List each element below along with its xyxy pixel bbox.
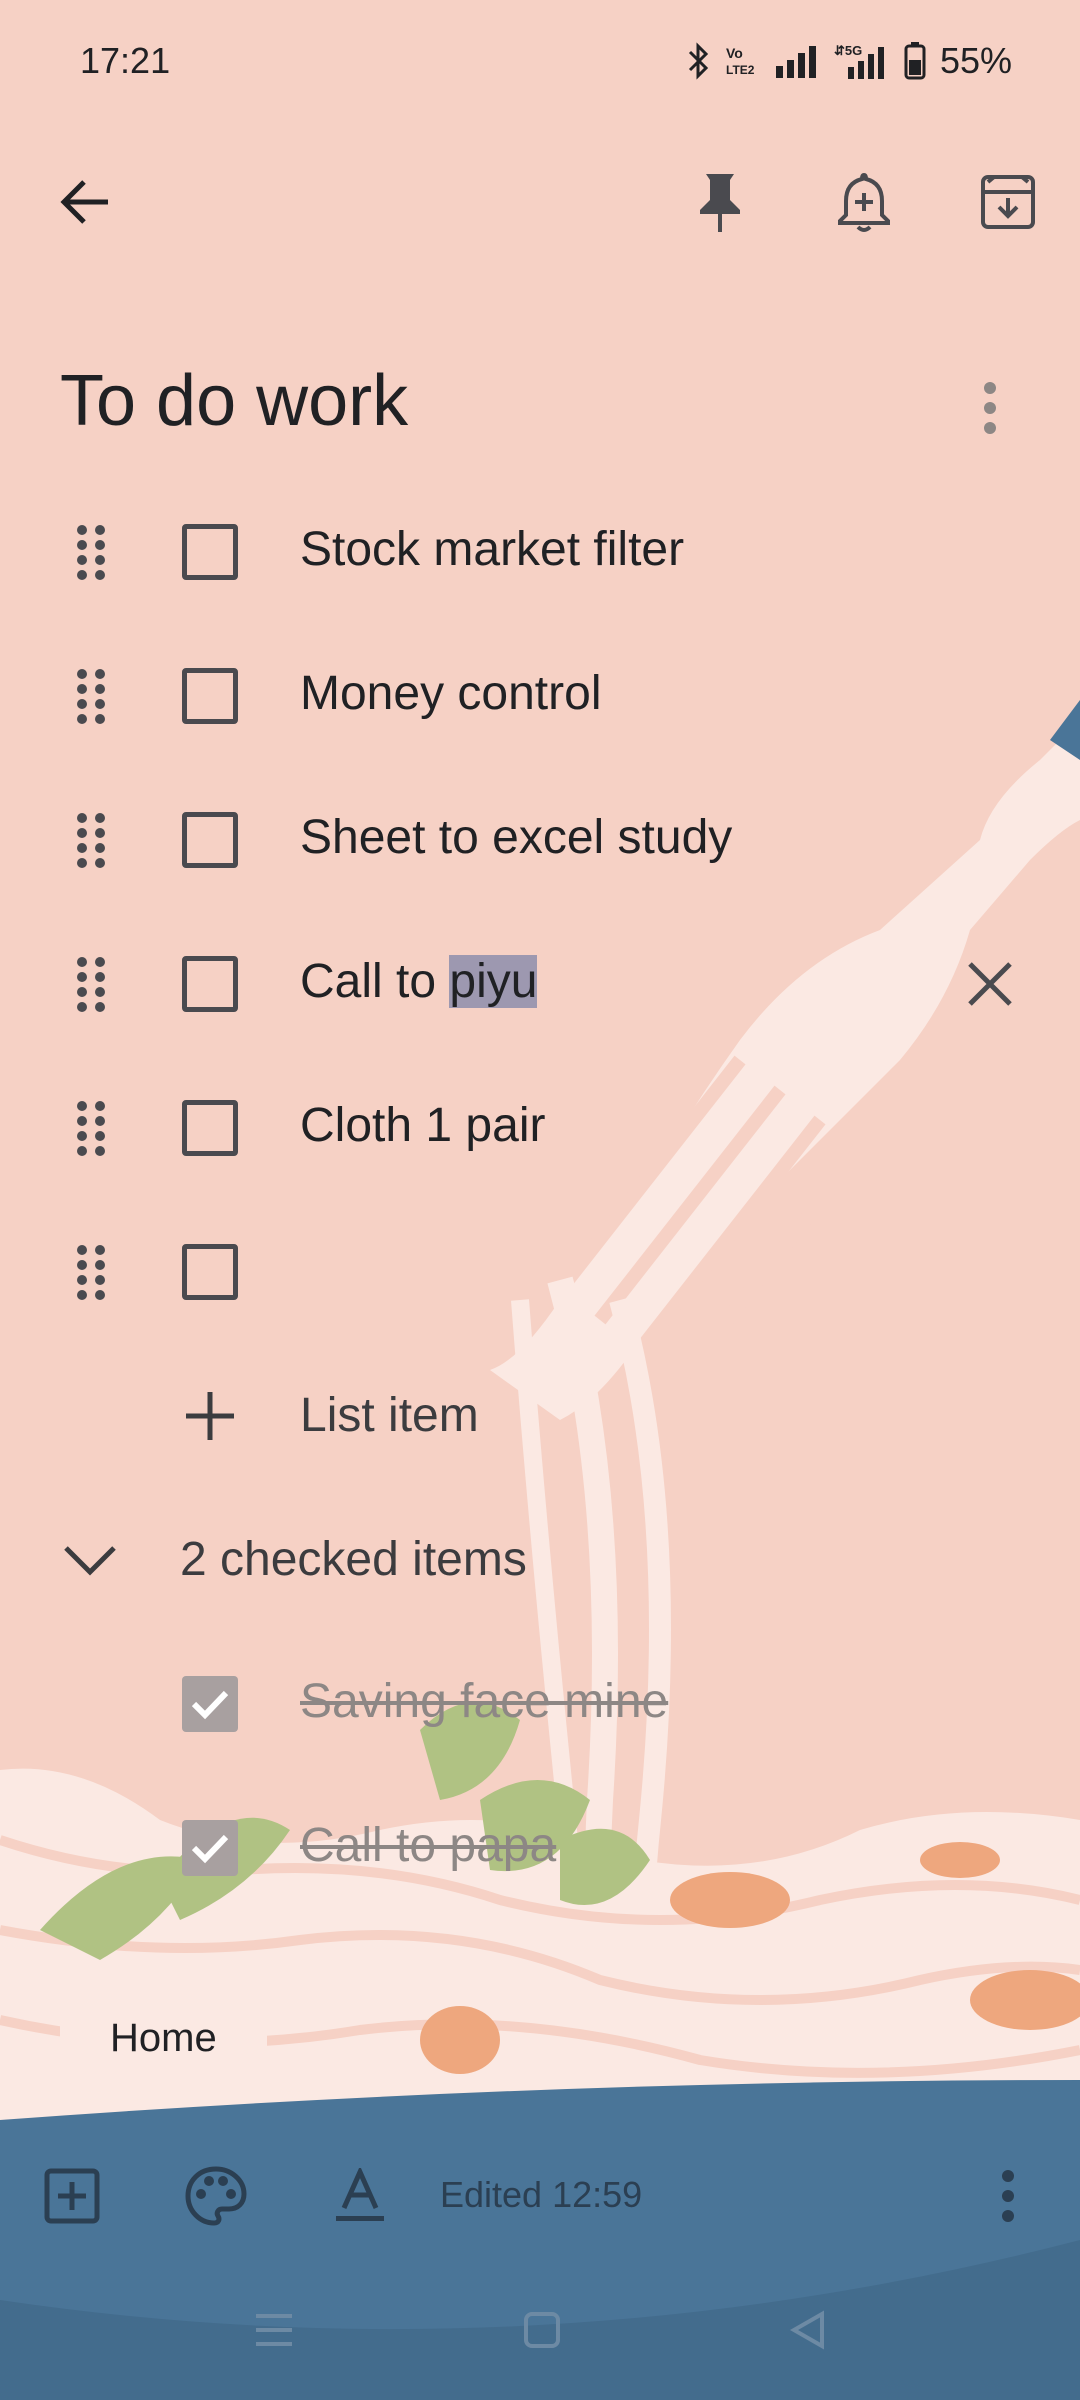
drag-handle-icon[interactable]: [66, 812, 116, 868]
status-icons: Vo LTE2 ⇵5G 55%: [686, 40, 1012, 82]
checked-items-label: 2 checked items: [180, 1533, 527, 1586]
recent-apps-button[interactable]: [244, 2300, 304, 2360]
system-navigation-bar: [0, 2290, 1080, 2370]
edited-timestamp: Edited 12:59: [440, 2174, 643, 2215]
item-checkbox[interactable]: [182, 524, 238, 580]
theme-button[interactable]: [174, 2154, 258, 2238]
list-item: Sheet to excel study: [0, 768, 1080, 912]
palette-icon: [185, 2166, 247, 2226]
add-list-item-button[interactable]: List item: [0, 1344, 1080, 1488]
item-text[interactable]: Money control: [300, 666, 601, 721]
drag-handle-icon[interactable]: [66, 524, 116, 580]
checked-items-toggle[interactable]: 2 checked items: [0, 1488, 1080, 1632]
add-item-label: List item: [300, 1389, 479, 1442]
item-text-unselected: Call to: [300, 955, 450, 1008]
text-format-icon: [336, 2168, 384, 2221]
checked-list-item: Call to papa: [0, 1776, 1080, 1920]
note-toolbar: [0, 150, 1080, 260]
list-item: Cloth 1 pair: [0, 1056, 1080, 1200]
svg-text:⇵5G: ⇵5G: [834, 43, 862, 58]
selected-text: piyu: [449, 955, 538, 1008]
item-text-input[interactable]: Call to piyu: [300, 954, 538, 1009]
back-button[interactable]: [36, 154, 132, 250]
archive-button[interactable]: [960, 154, 1056, 250]
back-nav-button[interactable]: [778, 2300, 838, 2360]
check-icon: [191, 1834, 229, 1864]
item-checkbox[interactable]: [182, 956, 238, 1012]
item-text[interactable]: Saving face mine: [300, 1674, 668, 1729]
reminder-button[interactable]: [816, 154, 912, 250]
plus-icon: [186, 1392, 234, 1440]
drag-handle-icon[interactable]: [66, 1100, 116, 1156]
pin-button[interactable]: [672, 154, 768, 250]
check-icon: [191, 1690, 229, 1720]
bottom-action-bar: Edited 12:59: [0, 2140, 1080, 2250]
more-vert-icon: [984, 382, 996, 434]
battery-icon: [904, 42, 926, 80]
archive-icon: [981, 175, 1035, 229]
add-alert-icon: [838, 172, 890, 232]
item-checkbox[interactable]: [182, 1100, 238, 1156]
item-text[interactable]: Cloth 1 pair: [300, 1098, 545, 1153]
status-bar: 17:21 Vo LTE2 ⇵5G 55%: [0, 0, 1080, 125]
list-item: Money control: [0, 624, 1080, 768]
note-title[interactable]: To do work: [60, 360, 408, 442]
item-text[interactable]: Sheet to excel study: [300, 810, 732, 865]
svg-text:LTE2: LTE2: [726, 63, 755, 77]
drag-handle-icon[interactable]: [66, 956, 116, 1012]
svg-text:Vo: Vo: [726, 45, 743, 61]
list-item-empty: [0, 1200, 1080, 1344]
5g-signal-icon: ⇵5G: [834, 43, 884, 79]
arrow-back-icon: [60, 180, 108, 224]
pin-icon: [700, 174, 740, 232]
drag-handle-icon[interactable]: [66, 1244, 116, 1300]
bluetooth-icon: [688, 42, 709, 80]
triangle-back-icon: [789, 2310, 824, 2350]
menu-icon: [256, 2314, 292, 2346]
title-more-button[interactable]: [952, 370, 1028, 446]
item-text[interactable]: Stock market filter: [300, 522, 684, 577]
square-icon: [524, 2312, 560, 2348]
close-icon[interactable]: [962, 956, 1018, 1012]
status-time: 17:21: [80, 40, 171, 81]
drag-handle-icon[interactable]: [66, 668, 116, 724]
label-chip-home[interactable]: Home: [60, 1992, 267, 2084]
checked-list-item: Saving face mine: [0, 1632, 1080, 1776]
volte-icon: Vo LTE2: [726, 45, 755, 77]
item-checkbox-checked[interactable]: [182, 1820, 238, 1876]
item-checkbox[interactable]: [182, 812, 238, 868]
signal-icon: [775, 46, 816, 78]
list-item: Stock market filter: [0, 480, 1080, 624]
add-box-icon: [44, 2168, 100, 2224]
home-button[interactable]: [512, 2300, 572, 2360]
more-vert-icon: [1002, 2170, 1014, 2222]
chevron-down-icon: [64, 1546, 116, 1576]
note-more-button[interactable]: [966, 2154, 1050, 2238]
item-checkbox-checked[interactable]: [182, 1676, 238, 1732]
item-checkbox[interactable]: [182, 668, 238, 724]
item-checkbox[interactable]: [182, 1244, 238, 1300]
list-item-focused: Call to piyu: [0, 912, 1080, 1056]
item-text[interactable]: Call to papa: [300, 1818, 556, 1873]
add-content-button[interactable]: [30, 2154, 114, 2238]
battery-percent: 55%: [939, 40, 1012, 81]
text-format-button[interactable]: [318, 2154, 402, 2238]
checklist: Stock market filter Money control Sheet …: [0, 480, 1080, 1920]
